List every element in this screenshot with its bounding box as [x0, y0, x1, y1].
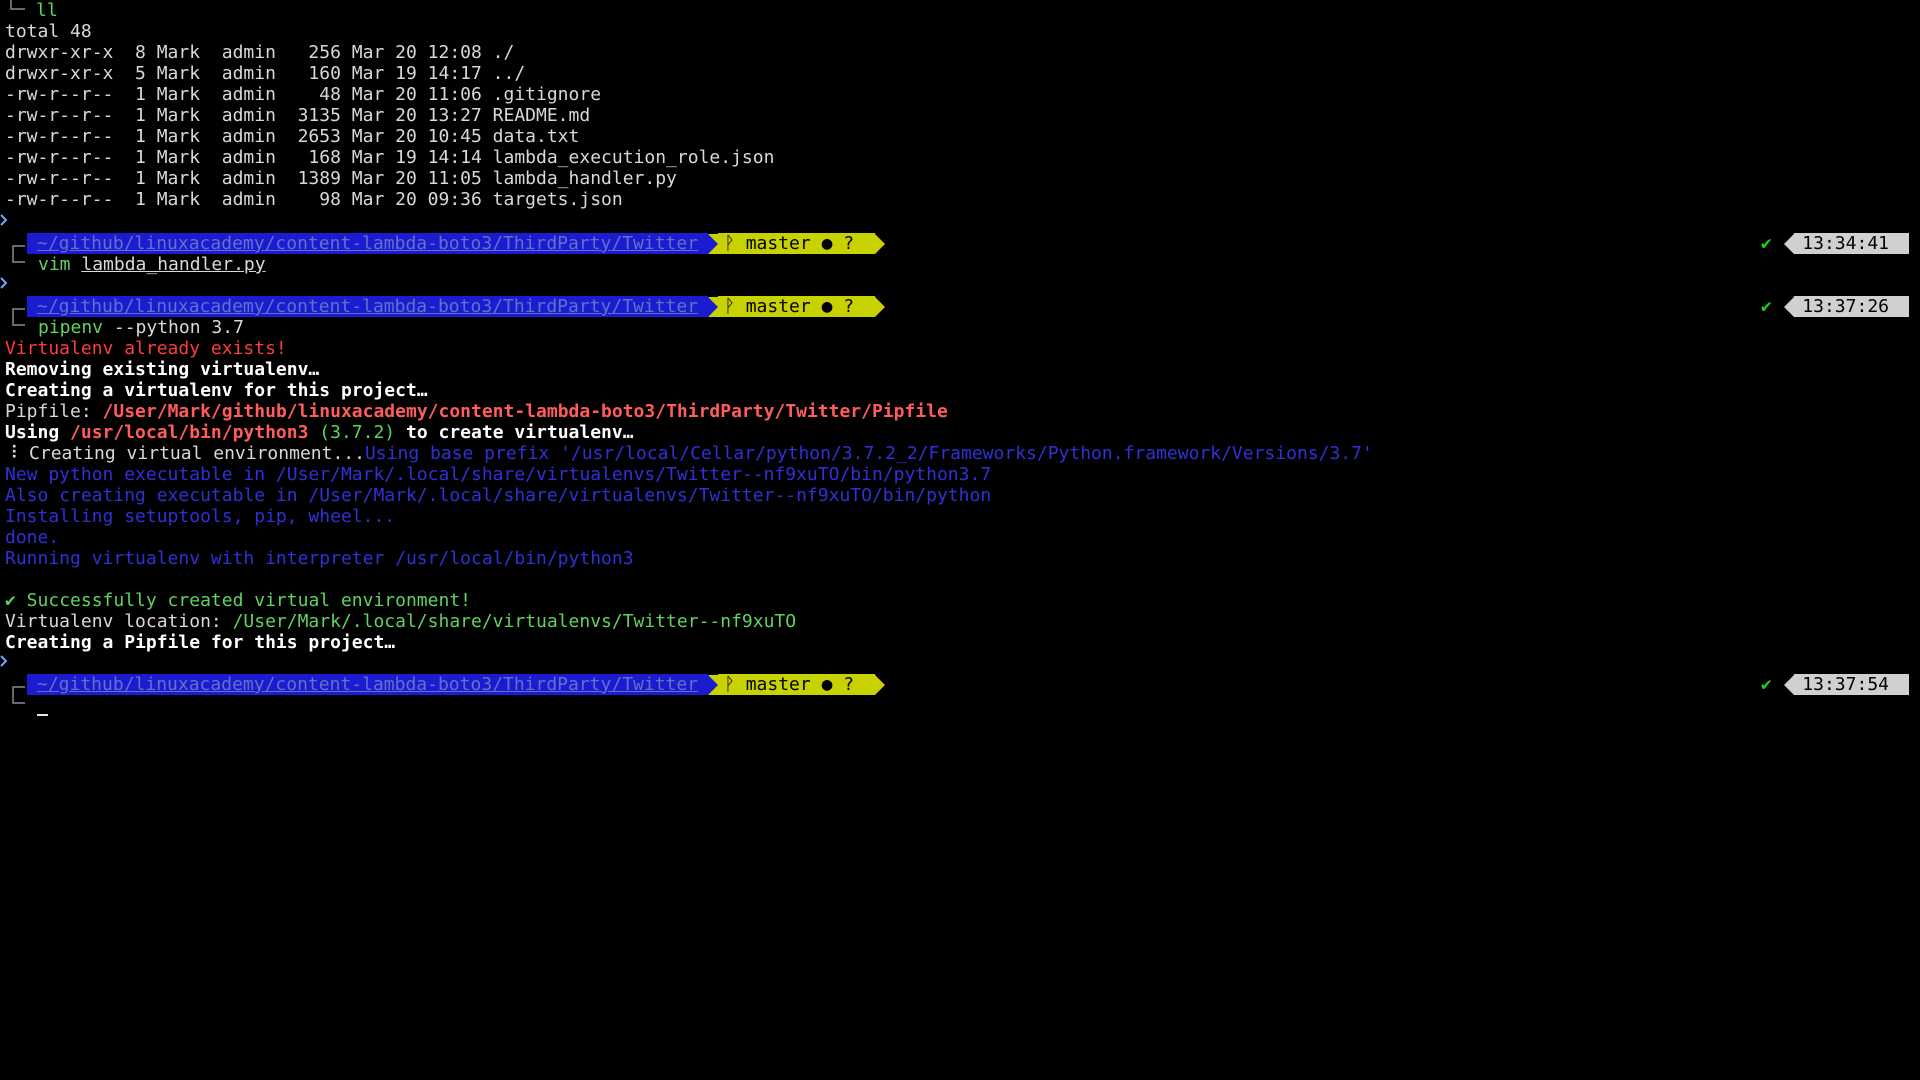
powerline-end-icon	[874, 296, 885, 317]
output-info: New python executable in /User/Mark/.loc…	[5, 464, 992, 485]
ls-row: drwxr-xr-x 5 Mark admin 160 Mar 19 14:17…	[5, 63, 526, 84]
prompt-bar: ~/github/linuxacademy/content-lambda-bot…	[27, 233, 885, 254]
prompt-corner-icon	[9, 244, 27, 264]
prompt-chevron-icon	[0, 277, 8, 289]
location-path: /User/Mark/.local/share/virtualenvs/Twit…	[232, 611, 797, 632]
output-info: Running virtualenv with interpreter /usr…	[5, 548, 634, 569]
output-line: Creating a virtualenv for this project…	[5, 380, 428, 401]
command-line: pipenv --python 3.7	[38, 317, 1920, 338]
output-line: Removing existing virtualenv…	[5, 359, 320, 380]
powerline-end-icon	[874, 233, 885, 254]
prompt-path: ~/github/linuxacademy/content-lambda-bot…	[27, 296, 709, 317]
powerline-left-icon	[1784, 296, 1795, 317]
output-info: Also creating executable in /User/Mark/.…	[5, 485, 992, 506]
prompt-git: ᚹ master ● ?	[718, 296, 875, 317]
pipfile-label: Pipfile:	[5, 401, 103, 422]
output-info: done.	[5, 527, 60, 548]
ls-row: -rw-r--r-- 1 Mark admin 48 Mar 20 11:06 …	[5, 84, 602, 105]
pipfile-path: /User/Mark/github/linuxacademy/content-l…	[102, 401, 948, 422]
prompt-git-status: master ● ?	[734, 674, 865, 695]
powerline-left-icon	[1784, 674, 1795, 695]
output-creating-env: ⠸ Creating virtual environment...Using b…	[5, 443, 1920, 464]
powerline-left-icon	[1784, 233, 1795, 254]
check-icon: ✔	[1760, 296, 1772, 317]
output-line: Creating a Pipfile for this project…	[5, 632, 396, 653]
spinner-icon: ⠸	[5, 443, 19, 464]
ls-total: total 48	[5, 21, 92, 42]
output-using: Using /usr/local/bin/python3 (3.7.2) to …	[5, 422, 1920, 443]
prompt-status: ✔ 13:37:54	[1756, 674, 1909, 695]
output-info: Installing setuptools, pip, wheel...	[5, 506, 396, 527]
location-label: Virtualenv location:	[5, 611, 233, 632]
ls-row: -rw-r--r-- 1 Mark admin 3135 Mar 20 13:2…	[5, 105, 591, 126]
using-suffix: to create virtualenv…	[395, 422, 634, 443]
prompt-bar: ~/github/linuxacademy/content-lambda-bot…	[27, 296, 885, 317]
check-icon: ✔	[5, 590, 16, 611]
ls-row: -rw-r--r-- 1 Mark admin 1389 Mar 20 11:0…	[5, 168, 677, 189]
ls-row: drwxr-xr-x 8 Mark admin 256 Mar 20 12:08…	[5, 42, 515, 63]
prompt-git: ᚹ master ● ?	[718, 674, 875, 695]
using-python-path: /usr/local/bin/python3	[70, 422, 309, 443]
powerline-separator-icon	[708, 233, 719, 254]
prompt-git: ᚹ master ● ?	[718, 233, 875, 254]
prompt-corner-icon	[9, 685, 27, 705]
powerline-separator-icon	[708, 674, 719, 695]
output-success: ✔ Successfully created virtual environme…	[5, 590, 1920, 611]
powerline-end-icon	[874, 674, 885, 695]
prompt-status: ✔ 13:37:26	[1756, 296, 1909, 317]
output-error: Virtualenv already exists!	[5, 338, 287, 359]
success-text: Successfully created virtual environment…	[15, 590, 471, 611]
powerline-separator-icon	[708, 296, 719, 317]
check-icon: ✔	[1760, 674, 1772, 695]
output-location: Virtualenv location: /User/Mark/.local/s…	[5, 611, 1920, 632]
prompt-corner-icon	[9, 0, 27, 10]
check-icon: ✔	[1760, 233, 1772, 254]
using-python-version: (3.7.2)	[308, 422, 396, 443]
prompt-chevron-icon	[0, 214, 8, 226]
prompt-time: 13:34:41	[1794, 233, 1909, 254]
command-pipenv: pipenv	[38, 317, 104, 338]
ls-row: -rw-r--r-- 1 Mark admin 168 Mar 19 14:14…	[5, 147, 775, 168]
using-label: Using	[5, 422, 71, 443]
ls-row: -rw-r--r-- 1 Mark admin 2653 Mar 20 10:4…	[5, 126, 580, 147]
prompt-time: 13:37:54	[1794, 674, 1909, 695]
creating-env-text: Creating virtual environment...	[18, 443, 365, 464]
prompt-path: ~/github/linuxacademy/content-lambda-bot…	[27, 233, 709, 254]
prompt-git-status: master ● ?	[734, 296, 865, 317]
command-vim: vim	[38, 254, 71, 275]
command-ll: ll	[36, 0, 58, 21]
command-args: --python 3.7	[103, 317, 244, 338]
command-line: vim lambda_handler.py	[38, 254, 1920, 275]
terminal-window[interactable]: ll total 48 drwxr-xr-x 8 Mark admin 256 …	[0, 0, 1920, 1080]
prompt-chevron-icon	[0, 655, 8, 667]
git-branch-icon: ᚹ	[724, 233, 735, 254]
prompt-bar: ~/github/linuxacademy/content-lambda-bot…	[27, 674, 885, 695]
prompt-path: ~/github/linuxacademy/content-lambda-bot…	[27, 674, 709, 695]
prompt-status: ✔ 13:34:41	[1756, 233, 1909, 254]
base-prefix-text: Using base prefix '/usr/local/Cellar/pyt…	[364, 443, 1373, 464]
prompt-time: 13:37:26	[1794, 296, 1909, 317]
prompt-git-status: master ● ?	[734, 233, 865, 254]
git-branch-icon: ᚹ	[724, 296, 735, 317]
git-branch-icon: ᚹ	[724, 674, 735, 695]
ls-row: -rw-r--r-- 1 Mark admin 98 Mar 20 09:36 …	[5, 189, 623, 210]
text-cursor[interactable]	[37, 714, 48, 716]
output-pipfile: Pipfile: /User/Mark/github/linuxacademy/…	[5, 401, 1920, 422]
prompt-corner-icon	[9, 307, 27, 327]
command-arg: lambda_handler.py	[81, 254, 266, 275]
